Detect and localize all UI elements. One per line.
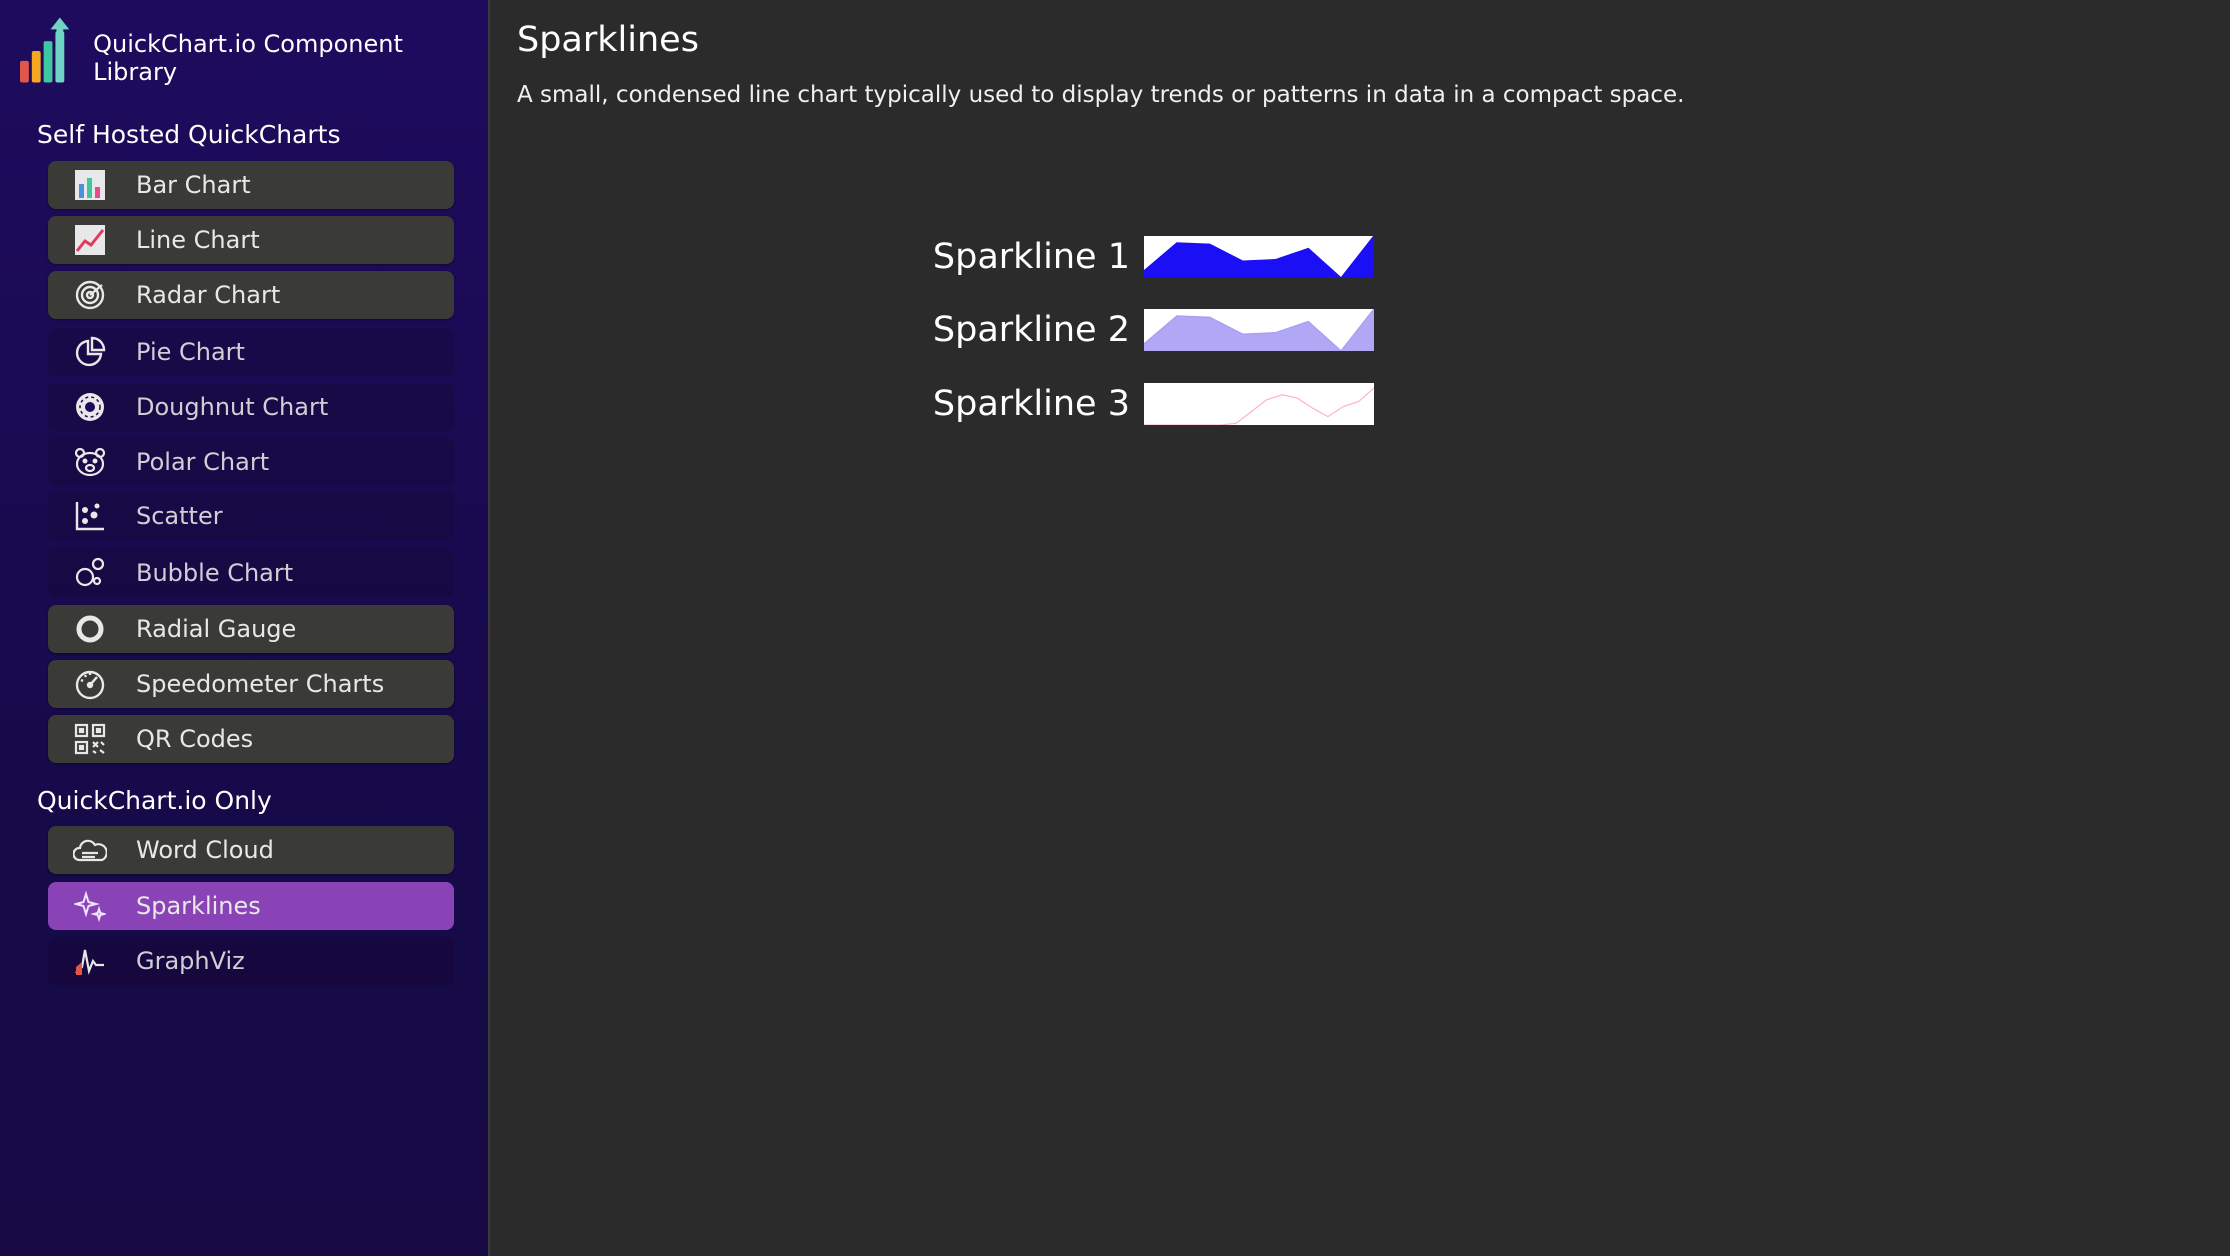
sidebar: QuickChart.io Component Library Self Hos…	[0, 0, 490, 1256]
ring-icon	[70, 609, 110, 649]
nav-graphviz[interactable]: GraphViz	[48, 937, 454, 985]
sparkline-label: Sparkline 3	[932, 384, 1130, 424]
nav-word-cloud[interactable]: Word Cloud	[48, 826, 454, 874]
nav-doughnut-chart[interactable]: Doughnut Chart	[48, 383, 454, 431]
main-content: Sparklines A small, condensed line chart…	[490, 0, 2230, 1256]
nav-label: Word Cloud	[136, 836, 274, 864]
sparkline-chart-3	[1144, 383, 1374, 425]
sparkline-row-2: Sparkline 2	[890, 309, 1374, 351]
nav-label: QR Codes	[136, 725, 254, 753]
nav-label: Pie Chart	[136, 338, 245, 366]
cloud-icon	[70, 830, 110, 870]
polar-bear-icon	[70, 442, 110, 482]
app-title: QuickChart.io Component Library	[93, 30, 403, 86]
nav-label: Radial Gauge	[136, 615, 297, 643]
nav-label: Sparklines	[136, 892, 261, 920]
page-title: Sparklines	[517, 20, 699, 60]
nav-line-chart[interactable]: Line Chart	[48, 216, 454, 264]
sparkline-chart-2	[1144, 309, 1374, 351]
scatter-icon	[70, 496, 110, 536]
nav-pie-chart[interactable]: Pie Chart	[48, 328, 454, 376]
nav-label: Bar Chart	[136, 171, 251, 199]
nav-bubble-chart[interactable]: Bubble Chart	[48, 549, 454, 597]
sparkline-label: Sparkline 1	[932, 237, 1130, 277]
sparkline-label: Sparkline 2	[932, 310, 1130, 350]
nav-label: Scatter	[136, 502, 223, 530]
bubbles-icon	[70, 553, 110, 593]
nav-sparklines[interactable]: Sparklines	[48, 882, 454, 930]
nav-label: Line Chart	[136, 226, 260, 254]
nav-radial-gauge[interactable]: Radial Gauge	[48, 605, 454, 653]
nav-polar-chart[interactable]: Polar Chart	[48, 438, 454, 486]
nav-scatter[interactable]: Scatter	[48, 492, 454, 540]
sparkline-line	[1144, 387, 1374, 425]
nav-bar-chart[interactable]: Bar Chart	[48, 161, 454, 209]
nav-speedometer-charts[interactable]: Speedometer Charts	[48, 660, 454, 708]
line-chart-icon	[70, 220, 110, 260]
sparkline-row-1: Sparkline 1	[890, 236, 1374, 278]
quickchart-logo-icon	[20, 17, 70, 83]
sparkline-area	[1144, 236, 1374, 278]
doughnut-icon	[70, 387, 110, 427]
nav-qr-codes[interactable]: QR Codes	[48, 715, 454, 763]
sparkline-chart-1	[1144, 236, 1374, 278]
nav-label: Polar Chart	[136, 448, 270, 476]
speedometer-icon	[70, 664, 110, 704]
sparkline-area	[1144, 309, 1374, 351]
sparkline-row-3: Sparkline 3	[890, 383, 1374, 425]
nav-label: Doughnut Chart	[136, 393, 329, 421]
brand[interactable]: QuickChart.io Component Library	[20, 16, 488, 86]
radar-icon	[70, 275, 110, 315]
section-quickchart-only: QuickChart.io Only	[37, 786, 272, 815]
pie-chart-icon	[70, 332, 110, 372]
nav-label: Speedometer Charts	[136, 670, 385, 698]
bar-chart-icon	[70, 165, 110, 205]
nav-label: Radar Chart	[136, 281, 281, 309]
graphviz-icon	[70, 941, 110, 981]
page-description: A small, condensed line chart typically …	[517, 82, 1685, 108]
qr-code-icon	[70, 719, 110, 759]
nav-radar-chart[interactable]: Radar Chart	[48, 271, 454, 319]
section-self-hosted: Self Hosted QuickCharts	[37, 120, 341, 149]
nav-label: GraphViz	[136, 947, 245, 975]
sparkles-icon	[70, 886, 110, 926]
nav-label: Bubble Chart	[136, 559, 294, 587]
